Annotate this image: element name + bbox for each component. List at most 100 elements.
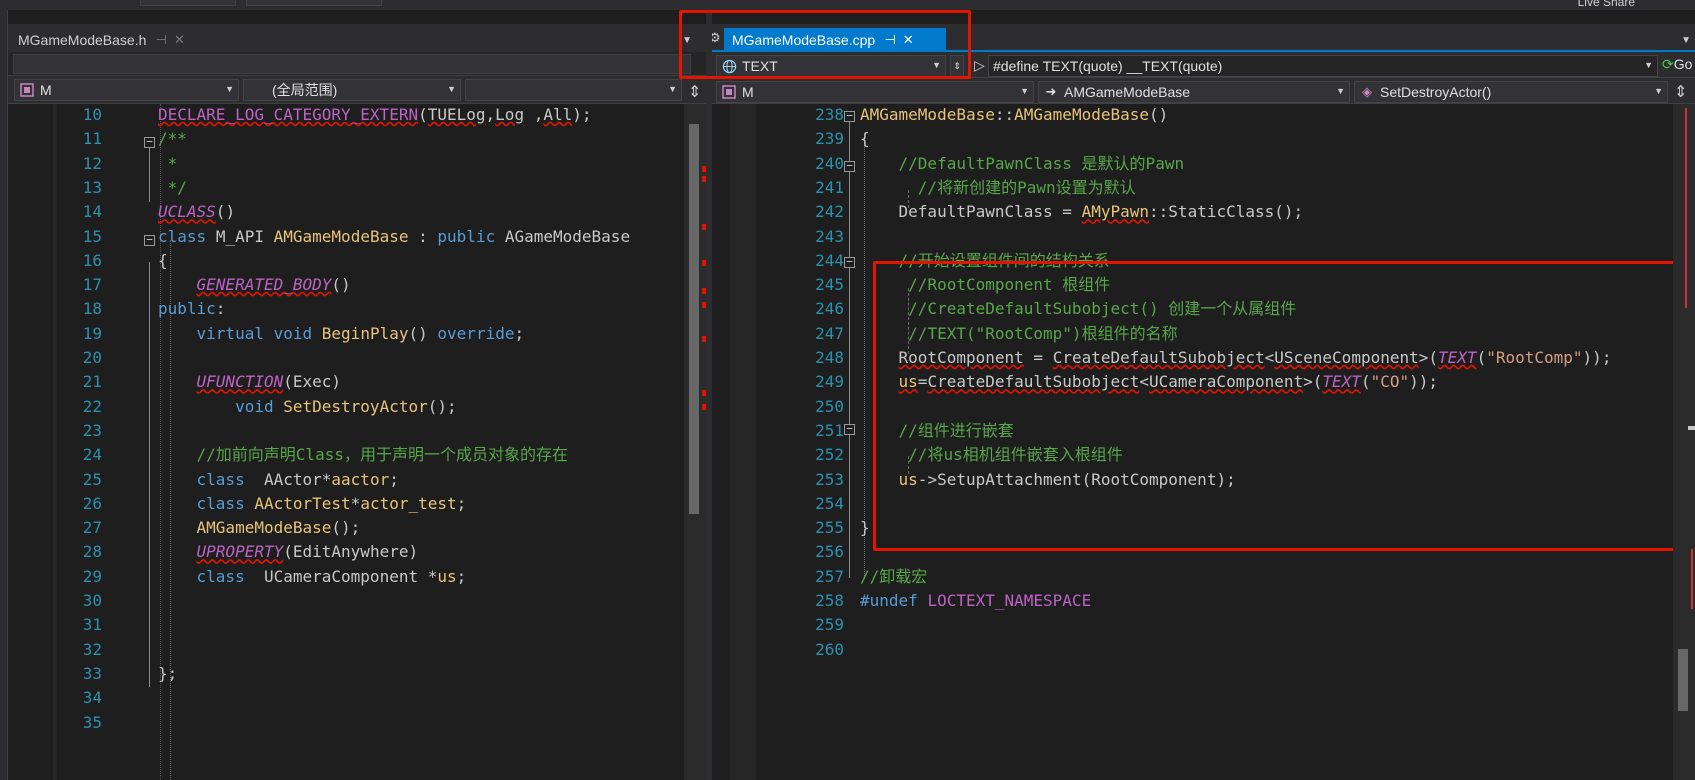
code-text[interactable]: }; <box>158 661 177 687</box>
line-number: 19 <box>82 323 102 343</box>
line-number: 255 <box>815 518 844 538</box>
right-code-editor[interactable]: − − − − 238 AMGameModeBase::AMGameModeBas… <box>712 104 1695 780</box>
scope-name: (全局范围) <box>272 82 338 98</box>
line-number: 247 <box>815 323 844 343</box>
chevron-down-icon: ▼ <box>447 84 456 94</box>
code-text[interactable]: GENERATED_BODY() <box>158 272 351 298</box>
line-number: 16 <box>82 250 102 270</box>
line-number: 241 <box>815 177 844 197</box>
code-text[interactable]: public: <box>158 296 225 322</box>
line-number: 11 <box>82 129 102 149</box>
split-view-icon[interactable]: ⇕ <box>1674 82 1687 102</box>
tab-header-file[interactable]: MGameModeBase.h ⊣ ✕ <box>10 28 220 52</box>
split-view-icon[interactable]: ⇕ <box>688 82 701 102</box>
code-text[interactable]: AMGameModeBase::AMGameModeBase() <box>860 102 1168 128</box>
code-line: 26 class AActorTest*actor_test; <box>8 491 706 517</box>
scope-dropdown[interactable]: (全局范围) ▼ <box>243 79 461 101</box>
code-text[interactable]: //卸载宏 <box>860 564 927 590</box>
scroll-thumb[interactable] <box>689 124 699 514</box>
macro-definition: #define TEXT(quote) __TEXT(quote) <box>993 58 1223 74</box>
line-number: 28 <box>82 542 102 562</box>
code-text[interactable]: * <box>158 151 178 177</box>
left-code-editor[interactable]: − − 10 DECLARE_LOG_CATEGORY_EXTERN(TUELog… <box>8 104 706 780</box>
code-text[interactable]: class M_API AMGameModeBase : public AGam… <box>158 224 630 250</box>
highlight-box-tab <box>679 10 971 79</box>
line-number: 248 <box>815 348 844 367</box>
class-dropdown[interactable]: ➜ AMGameModeBase ▼ <box>1038 81 1350 103</box>
code-line: 28 UPROPERTY(EditAnywhere) <box>8 539 706 565</box>
arrow-right-icon: ➜ <box>1045 84 1057 99</box>
right-vertical-scrollbar[interactable] <box>1673 104 1695 780</box>
code-line: 29 class UCameraComponent *us; <box>8 564 706 590</box>
code-line: 13 */ <box>8 175 706 201</box>
code-text[interactable]: DECLARE_LOG_CATEGORY_EXTERN(TUELog,Log ,… <box>158 102 592 128</box>
line-number: 15 <box>82 226 102 246</box>
right-navigation-bar: M ▼ ➜ AMGameModeBase ▼ ◈ SetDestroyActor… <box>712 78 1695 104</box>
project-dropdown[interactable]: M ▼ <box>716 81 1034 103</box>
code-text[interactable]: virtual void BeginPlay() override; <box>158 321 525 347</box>
member-dropdown[interactable]: ▼ <box>465 79 682 101</box>
code-text[interactable]: class UCameraComponent *us; <box>158 564 467 590</box>
line-number: 22 <box>82 396 102 416</box>
ide-window: Live Share MGameModeBase.h ⊣ ✕ ▼ M ▼ (全局… <box>0 0 1695 780</box>
member-dropdown[interactable]: ◈ SetDestroyActor() ▼ <box>1354 81 1668 103</box>
left-vertical-scrollbar[interactable] <box>684 104 706 780</box>
code-text[interactable]: #undef LOCTEXT_NAMESPACE <box>860 588 1091 614</box>
code-text[interactable]: { <box>860 126 870 152</box>
line-number: 35 <box>82 712 102 732</box>
line-number: 240 <box>815 153 844 173</box>
code-line: 19 virtual void BeginPlay() override; <box>8 321 706 347</box>
code-line: 12 * <box>8 151 706 177</box>
code-text[interactable]: { <box>158 248 168 274</box>
pin-icon[interactable]: ⊣ <box>152 32 170 48</box>
line-number: 246 <box>815 299 844 319</box>
code-line: 241 //将新创建的Pawn设置为默认 <box>712 175 1695 201</box>
project-icon <box>18 81 36 99</box>
scroll-thumb[interactable] <box>1678 649 1688 711</box>
toolbar-combo-1[interactable] <box>140 0 236 6</box>
go-label: Go <box>1673 56 1693 72</box>
code-text[interactable]: //DefaultPawnClass 是默认的Pawn <box>860 151 1185 177</box>
code-text[interactable]: AMGameModeBase(); <box>158 515 361 541</box>
code-text[interactable]: void SetDestroyActor(); <box>158 394 457 420</box>
tab-list-dropdown-icon[interactable]: ▼ <box>1681 35 1691 46</box>
line-number: 242 <box>815 202 844 222</box>
code-text[interactable]: UCLASS() <box>158 199 235 225</box>
code-text[interactable]: } <box>860 515 870 541</box>
toolbar-combo-2[interactable] <box>246 0 382 6</box>
error-marker <box>1691 549 1693 609</box>
left-editor-pane: MGameModeBase.h ⊣ ✕ ▼ M ▼ (全局范围) ▼ ▼ ⇕ −… <box>8 10 706 780</box>
line-number: 257 <box>815 566 844 586</box>
chevron-down-icon: ▼ <box>1336 86 1345 96</box>
live-share-label[interactable]: Live Share <box>1578 0 1635 9</box>
code-text[interactable]: DefaultPawnClass = AMyPawn::StaticClass(… <box>860 199 1304 225</box>
line-number: 256 <box>815 542 844 562</box>
go-to-definition-button[interactable]: ⟳Go <box>1662 56 1692 73</box>
project-dropdown[interactable]: M ▼ <box>14 79 239 101</box>
line-number: 238 <box>815 105 844 124</box>
code-line: 258 #undef LOCTEXT_NAMESPACE <box>712 588 1695 614</box>
line-number: 249 <box>815 372 844 392</box>
code-line: 10 DECLARE_LOG_CATEGORY_EXTERN(TUELog,Log… <box>8 102 706 128</box>
code-text[interactable]: //加前向声明Class，用于声明一个成员对象的存在 <box>158 442 568 468</box>
line-number: 253 <box>815 469 844 489</box>
code-text[interactable]: //将新创建的Pawn设置为默认 <box>860 175 1136 201</box>
code-text[interactable]: UPROPERTY(EditAnywhere) <box>158 539 419 565</box>
code-text[interactable]: /** <box>158 126 187 152</box>
code-text[interactable]: UFUNCTION(Exec) <box>158 369 342 395</box>
right-editor-pane: ⚙ MGameModeBase.cpp ⊣ ✕ ▼ TEXT ▼ ⇕ ▷ #de… <box>712 10 1695 780</box>
chevron-down-icon: ▼ <box>225 84 234 94</box>
close-icon[interactable]: ✕ <box>170 32 188 48</box>
line-number: 21 <box>82 372 102 392</box>
code-line: 34 <box>8 685 706 711</box>
code-text[interactable]: */ <box>158 175 187 201</box>
left-blank-field[interactable] <box>13 54 691 74</box>
code-text[interactable]: class AActor*aactor; <box>158 467 399 493</box>
code-text[interactable]: class AActorTest*actor_test; <box>158 491 467 517</box>
left-tab-well: MGameModeBase.h ⊣ ✕ ▼ <box>8 24 706 52</box>
macro-definition-field[interactable]: #define TEXT(quote) __TEXT(quote) ▼ <box>988 55 1658 77</box>
project-icon <box>720 83 738 101</box>
line-number: 18 <box>82 299 102 319</box>
line-number: 17 <box>82 275 102 295</box>
code-line: 259 <box>712 612 1695 638</box>
